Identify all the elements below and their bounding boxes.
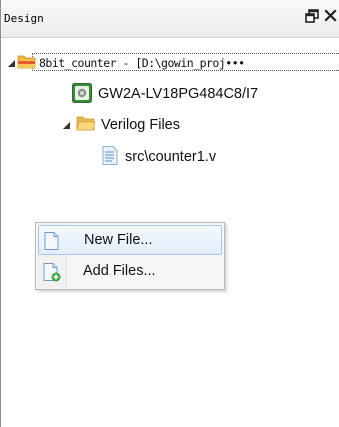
new-file-icon — [44, 232, 59, 254]
folder-icon — [76, 115, 96, 136]
tree-item-verilog-files[interactable]: Verilog Files — [1, 113, 339, 139]
context-menu: New File... Add Files... — [35, 222, 225, 290]
add-file-icon — [43, 263, 61, 286]
menu-item-add-files[interactable]: Add Files... — [38, 257, 222, 287]
close-icon[interactable] — [322, 9, 338, 27]
menu-item-label: Add Files... — [83, 263, 156, 279]
chip-icon — [72, 83, 92, 107]
verilog-files-label: Verilog Files — [101, 117, 180, 133]
design-panel: Design 8bit_counter - [D:\gowin_proj••• … — [0, 0, 339, 427]
expand-arrow-icon[interactable] — [7, 59, 17, 69]
menu-item-new-file[interactable]: New File... — [38, 225, 222, 255]
file-icon — [102, 146, 118, 169]
device-label: GW2A-LV18PG484C8/I7 — [98, 86, 259, 102]
tree-item-file[interactable]: src\counter1.v — [1, 145, 339, 171]
panel-titlebar: Design — [1, 0, 339, 38]
project-folder-icon — [17, 53, 36, 74]
expand-arrow-icon[interactable] — [62, 121, 72, 131]
menu-item-label: New File... — [84, 232, 153, 248]
tree-item-project[interactable]: 8bit_counter - [D:\gowin_proj••• — [1, 51, 339, 77]
project-label: 8bit_counter - [D:\gowin_proj••• — [39, 56, 245, 70]
float-window-icon[interactable] — [304, 9, 320, 27]
file-label: src\counter1.v — [125, 149, 217, 165]
panel-title: Design — [4, 12, 44, 25]
tree-item-device[interactable]: GW2A-LV18PG484C8/I7 — [1, 82, 339, 108]
